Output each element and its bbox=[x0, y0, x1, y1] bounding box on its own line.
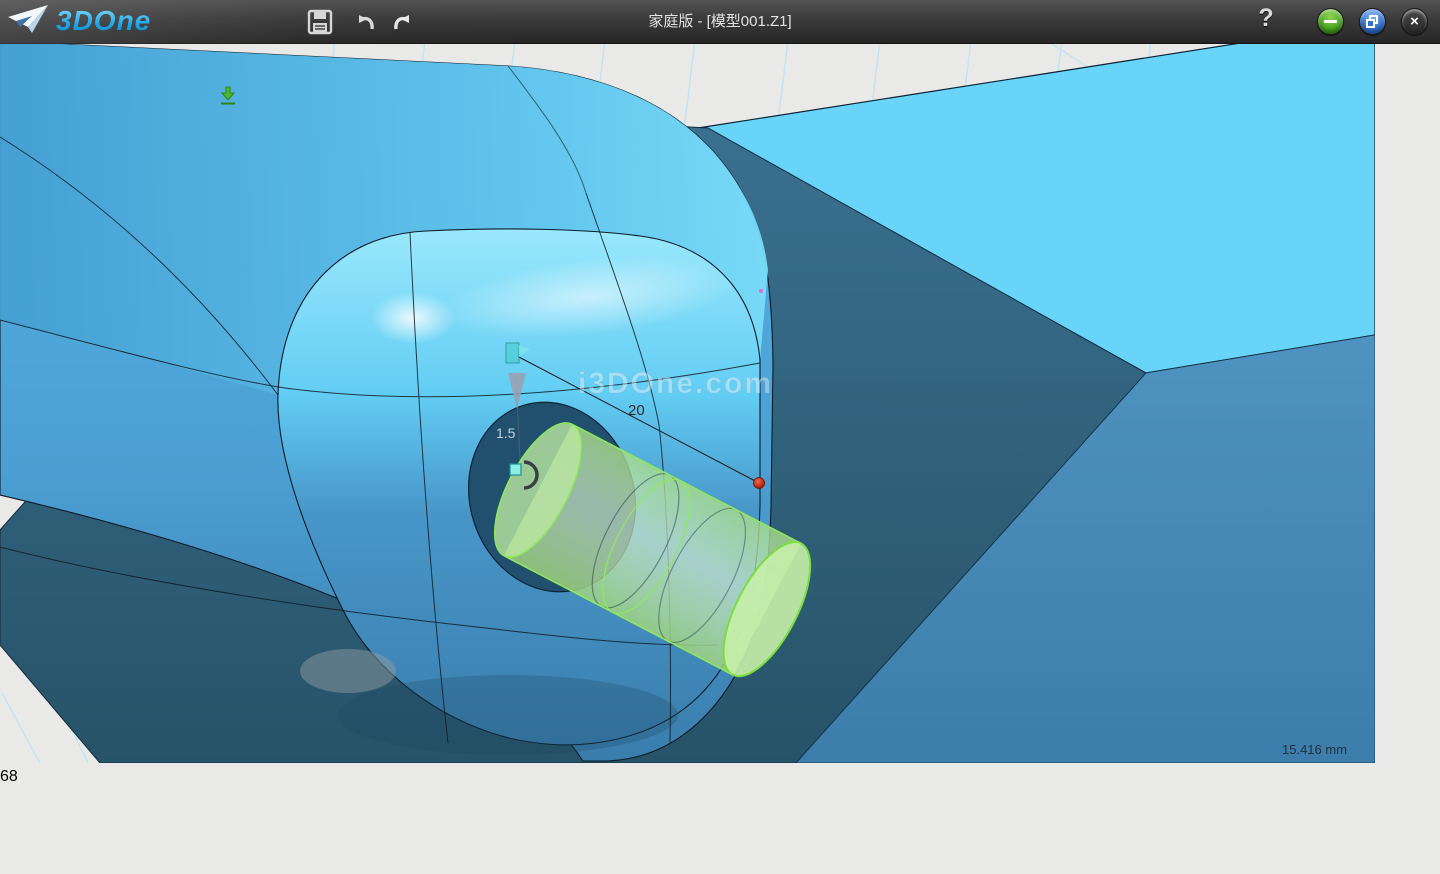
pick-point-arrow-icon[interactable] bbox=[218, 86, 238, 106]
badge-value: 68 bbox=[0, 768, 18, 785]
drag-handle-dot[interactable] bbox=[754, 478, 765, 489]
primitive-shapes-icon[interactable] bbox=[0, 786, 1440, 874]
status-distance: 15.416 mm bbox=[1282, 742, 1347, 757]
minimize-button[interactable] bbox=[1317, 8, 1344, 35]
vertex-dot bbox=[759, 289, 763, 293]
help-button[interactable]: ? bbox=[1254, 4, 1278, 33]
app-logo: 3DOne bbox=[6, 3, 151, 39]
title-bar: 3DOne 家庭版 - [模型001.Z1] ? × bbox=[0, 0, 1440, 44]
dimension-label-1-5: 1.5 bbox=[496, 425, 516, 441]
paper-plane-icon bbox=[6, 3, 50, 39]
redo-icon[interactable] bbox=[390, 8, 418, 36]
viewport-3d[interactable]: 20 1.5 i3DOne.com 15.416 mm bbox=[0, 0, 1375, 763]
close-button[interactable]: × bbox=[1401, 8, 1428, 35]
restore-button[interactable] bbox=[1359, 8, 1386, 35]
square-handle-icon bbox=[510, 464, 521, 475]
dimension-label-20[interactable]: 20 bbox=[628, 402, 645, 419]
community-score-badge[interactable]: 68 bbox=[0, 768, 1440, 786]
left-toolbar bbox=[0, 786, 1440, 874]
3done-app-window: 20 1.5 i3DOne.com 15.416 mm 68 bbox=[0, 0, 1440, 874]
watermark: i3DOne.com bbox=[578, 367, 773, 400]
undo-icon[interactable] bbox=[350, 8, 378, 36]
save-icon[interactable] bbox=[306, 8, 334, 36]
app-logo-text: 3DOne bbox=[56, 5, 151, 37]
flag-handle-icon bbox=[506, 343, 519, 363]
